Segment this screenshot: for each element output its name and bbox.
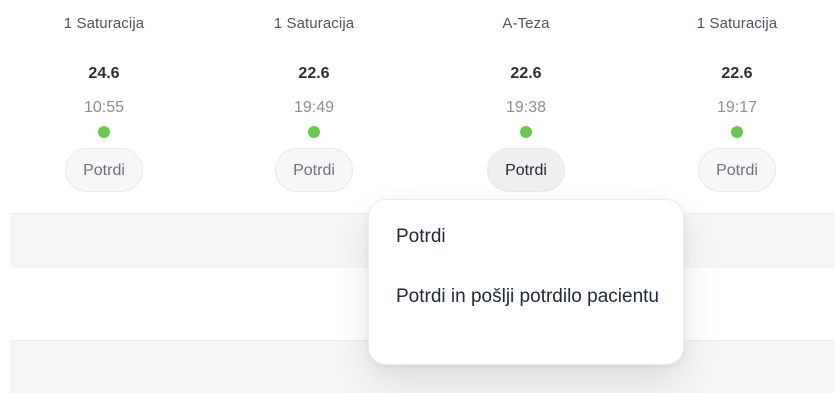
measurement-time: 10:55 xyxy=(83,99,125,116)
measurement-card: 1 Saturacija 22.6 19:49 Potrdi xyxy=(224,0,404,205)
menu-item-confirm-and-send[interactable]: Potrdi in pošlji potrdilo pacientu xyxy=(396,282,665,312)
confirm-button[interactable]: Potrdi xyxy=(698,148,776,192)
measurement-value: 24.6 xyxy=(88,65,120,82)
status-dot-icon xyxy=(731,126,743,138)
measurement-card: 1 Saturacija 22.6 19:17 Potrdi xyxy=(647,0,827,205)
measurement-value: 22.6 xyxy=(510,65,542,82)
service-name: 1 Saturacija xyxy=(63,15,145,32)
confirm-options-menu: Potrdi Potrdi in pošlji potrdilo pacient… xyxy=(368,199,684,365)
status-dot-icon xyxy=(98,126,110,138)
status-dot-icon xyxy=(520,126,532,138)
confirm-button[interactable]: Potrdi xyxy=(65,148,143,192)
confirmation-board: 1 Saturacija 24.6 10:55 Potrdi 1 Saturac… xyxy=(0,0,835,393)
measurement-card: A-Teza 22.6 19:38 Potrdi xyxy=(436,0,616,205)
measurement-value: 22.6 xyxy=(721,65,753,82)
menu-item-confirm[interactable]: Potrdi xyxy=(396,222,665,252)
service-name: A-Teza xyxy=(502,15,550,32)
measurement-value: 22.6 xyxy=(298,65,330,82)
measurement-time: 19:38 xyxy=(505,99,547,116)
confirm-button[interactable]: Potrdi xyxy=(275,148,353,192)
measurement-card: 1 Saturacija 24.6 10:55 Potrdi xyxy=(14,0,194,205)
measurement-time: 19:49 xyxy=(293,99,335,116)
status-dot-icon xyxy=(308,126,320,138)
service-name: 1 Saturacija xyxy=(273,15,355,32)
service-name: 1 Saturacija xyxy=(696,15,778,32)
confirm-button[interactable]: Potrdi xyxy=(487,148,565,192)
measurement-time: 19:17 xyxy=(716,99,758,116)
